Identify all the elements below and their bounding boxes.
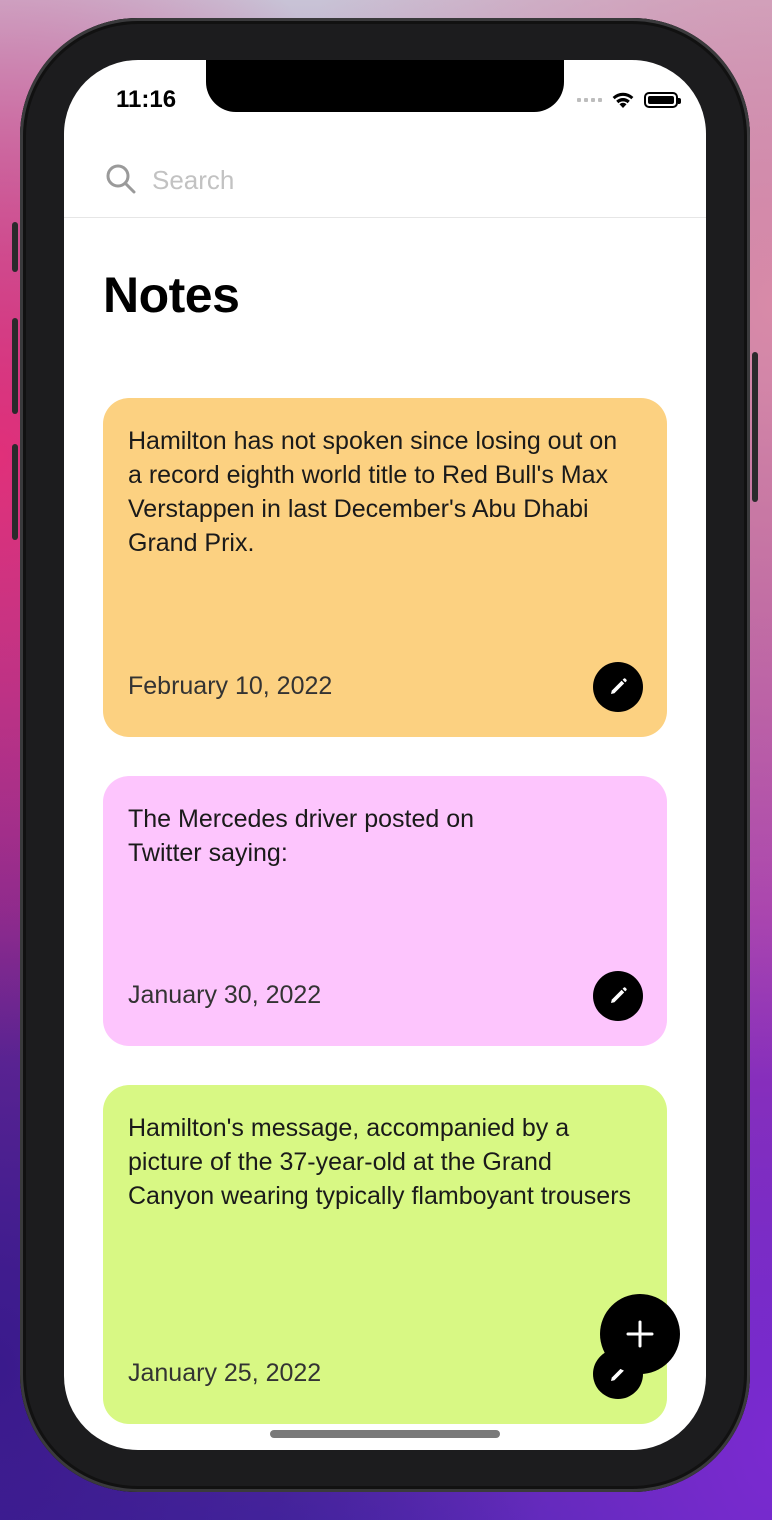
note-date: January 25, 2022 — [128, 1359, 322, 1387]
note-text: Hamilton has not spoken since losing out… — [128, 427, 618, 557]
notch — [206, 60, 564, 112]
search-icon — [106, 164, 136, 194]
status-time: 11:16 — [116, 86, 177, 113]
edit-note-button[interactable] — [593, 971, 643, 1021]
battery-icon — [644, 92, 681, 108]
page-title: Notes — [103, 267, 240, 323]
status-icons — [577, 90, 681, 110]
note-card[interactable]: Hamilton has not spoken since losing out… — [103, 398, 667, 737]
pencil-icon — [611, 987, 627, 1003]
note-text: Hamilton's message, accompanied by a pic… — [128, 1114, 632, 1210]
note-date: February 10, 2022 — [128, 672, 333, 700]
pencil-icon — [611, 678, 627, 694]
volume-up-button — [12, 318, 18, 414]
search-input[interactable] — [150, 162, 654, 198]
add-note-button[interactable] — [600, 1294, 680, 1374]
note-card[interactable]: Hamilton's message, accompanied by a pic… — [103, 1085, 667, 1424]
signal-icon — [577, 98, 602, 102]
note-date: January 30, 2022 — [128, 981, 322, 1009]
app-screen: 11:16 Notes Hamilton has not spoken sinc… — [64, 60, 706, 1450]
volume-down-button — [12, 444, 18, 540]
plus-icon — [626, 1320, 654, 1348]
search-bar[interactable] — [64, 148, 706, 218]
power-button — [752, 352, 758, 502]
mute-switch — [12, 222, 18, 272]
note-card[interactable]: The Mercedes driver posted on Twitter sa… — [103, 776, 667, 1046]
note-text: The Mercedes driver posted on Twitter sa… — [128, 805, 475, 867]
wifi-icon — [612, 92, 634, 108]
edit-note-button[interactable] — [593, 662, 643, 712]
home-indicator[interactable] — [270, 1430, 500, 1438]
